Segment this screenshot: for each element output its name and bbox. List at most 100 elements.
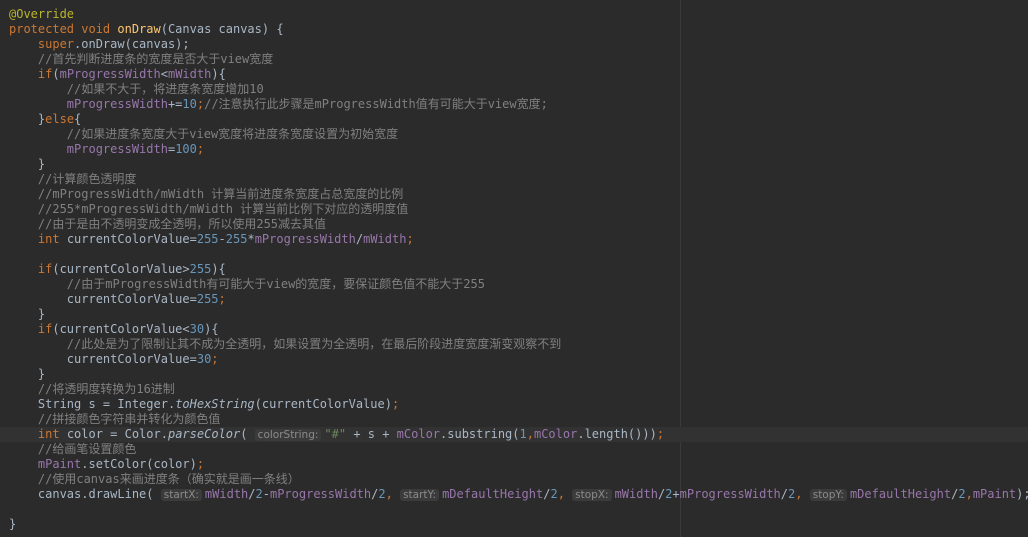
code-token: protected void: [9, 22, 118, 36]
code-token: 2: [378, 487, 386, 501]
code-token: 30: [196, 352, 212, 366]
code-line[interactable]: int color = Color.parseColor( colorStrin…: [0, 427, 1028, 442]
code-line[interactable]: mPaint.setColor(color);: [0, 457, 1028, 472]
code-token: currentColorValue=: [66, 292, 197, 306]
code-comment: //注意执行此步骤是mProgressWidth值有可能大于view宽度;: [204, 97, 548, 111]
code-line[interactable]: [0, 502, 1028, 517]
code-line[interactable]: //此处是为了限制让其不成为全透明，如果设置为全透明，在最后阶段进度宽度渐变观察…: [0, 337, 1028, 352]
code-line[interactable]: if(currentColorValue>255){: [0, 262, 1028, 277]
code-token: int: [37, 427, 67, 441]
code-token: mColor: [396, 427, 441, 441]
code-line[interactable]: currentColorValue=30;: [0, 352, 1028, 367]
code-token: if: [37, 262, 53, 276]
code-editor[interactable]: @Override protected void onDraw(Canvas ca…: [0, 0, 1028, 537]
code-token: (: [240, 427, 255, 441]
code-token: *: [247, 232, 255, 246]
code-line[interactable]: //给画笔设置颜色: [0, 442, 1028, 457]
code-line[interactable]: //如果进度条宽度大于view宽度将进度条宽度设置为初始宽度: [0, 127, 1028, 142]
code-line[interactable]: mProgressWidth=100;: [0, 142, 1028, 157]
code-line[interactable]: protected void onDraw(Canvas canvas) {: [0, 22, 1028, 37]
code-token: ,: [965, 487, 973, 501]
code-line[interactable]: }else{: [0, 112, 1028, 127]
code-line[interactable]: //首先判断进度条的宽度是否大于view宽度: [0, 52, 1028, 67]
code-comment: //首先判断进度条的宽度是否大于view宽度: [37, 52, 274, 66]
code-token: if: [37, 67, 53, 81]
code-line[interactable]: int currentColorValue=255-255*mProgressW…: [0, 232, 1028, 247]
code-token: (currentColorValue): [254, 397, 392, 411]
code-line[interactable]: currentColorValue=255;: [0, 292, 1028, 307]
code-comment: //此处是为了限制让其不成为全透明，如果设置为全透明，在最后阶段进度宽度渐变观察…: [66, 337, 562, 351]
code-token: /: [248, 487, 256, 501]
code-token: .setColor(color): [81, 457, 197, 471]
code-line[interactable]: super.onDraw(canvas);: [0, 37, 1028, 52]
code-token: ,: [526, 427, 534, 441]
code-line[interactable]: }: [0, 367, 1028, 382]
code-token: ;: [211, 352, 219, 366]
code-token: currentColorValue=: [66, 352, 197, 366]
code-token: .length())): [577, 427, 657, 441]
code-token: (: [52, 67, 60, 81]
code-comment: //如果进度条宽度大于view宽度将进度条宽度设置为初始宽度: [66, 127, 399, 141]
code-token: ,: [557, 487, 573, 501]
code-line[interactable]: }: [0, 517, 1028, 532]
code-comment: //使用canvas来画进度条（确实就是画一条线）: [37, 472, 300, 486]
code-line[interactable]: //将透明度转换为16进制: [0, 382, 1028, 397]
code-line[interactable]: //如果不大于，将进度条宽度增加10: [0, 82, 1028, 97]
code-token: .onDraw(canvas);: [74, 37, 190, 51]
code-line[interactable]: if(currentColorValue<30){: [0, 322, 1028, 337]
code-token: /: [355, 232, 364, 246]
code-token: mDefaultHeight: [442, 487, 544, 501]
code-token: ;: [196, 142, 205, 156]
code-token: mProgressWidth: [254, 232, 356, 246]
code-token: (Canvas canvas) {: [160, 22, 284, 36]
code-line[interactable]: canvas.drawLine( startX: mWidth/2-mProgre…: [0, 487, 1028, 502]
code-line[interactable]: }: [0, 307, 1028, 322]
code-token: mProgressWidth: [59, 67, 161, 81]
code-token: mProgressWidth: [269, 487, 372, 501]
code-line[interactable]: //计算颜色透明度: [0, 172, 1028, 187]
code-token: mWidth: [167, 67, 212, 81]
code-line[interactable]: //拼接颜色字符串并转化为颜色值: [0, 412, 1028, 427]
code-token: toHexString: [175, 397, 255, 411]
code-token: mWidth: [363, 232, 407, 246]
code-token: }: [9, 367, 46, 381]
code-line[interactable]: //由于是由不透明变成全透明，所以使用255减去其值: [0, 217, 1028, 232]
code-token: canvas.drawLine(: [37, 487, 161, 501]
code-line[interactable]: [0, 247, 1028, 262]
code-line[interactable]: //使用canvas来画进度条（确实就是画一条线）: [0, 472, 1028, 487]
code-line[interactable]: }: [0, 157, 1028, 172]
code-token: .substring(: [440, 427, 520, 441]
code-comment: //将透明度转换为16进制: [37, 382, 175, 396]
code-token: mPaint: [37, 457, 82, 471]
code-token: -: [262, 487, 270, 501]
code-line[interactable]: String s = Integer.toHexString(currentCo…: [0, 397, 1028, 412]
code-line[interactable]: //由于mProgressWidth有可能大于view的宽度，要保证颜色值不能大…: [0, 277, 1028, 292]
code-token: 100: [175, 142, 197, 156]
code-line[interactable]: mProgressWidth+=10;//注意执行此步骤是mProgressWi…: [0, 97, 1028, 112]
code-token: ;: [196, 97, 205, 111]
code-line[interactable]: //255*mProgressWidth/mWidth 计算当前比例下对应的透明…: [0, 202, 1028, 217]
code-token: mWidth: [614, 487, 658, 501]
parameter-hint: colorString:: [254, 429, 322, 441]
code-line[interactable]: @Override: [0, 7, 1028, 22]
code-token: int: [37, 232, 67, 246]
code-token: else: [45, 112, 75, 126]
code-line[interactable]: if(mProgressWidth<mWidth){: [0, 67, 1028, 82]
code-comment: //如果不大于，将进度条宽度增加10: [66, 82, 264, 96]
code-token: mProgressWidth: [66, 97, 168, 111]
code-token: mProgressWidth: [66, 142, 168, 156]
code-token: 2: [255, 487, 263, 501]
code-token: ;: [218, 292, 226, 306]
code-line[interactable]: //mProgressWidth/mWidth 计算当前进度条宽度占总宽度的比例: [0, 187, 1028, 202]
